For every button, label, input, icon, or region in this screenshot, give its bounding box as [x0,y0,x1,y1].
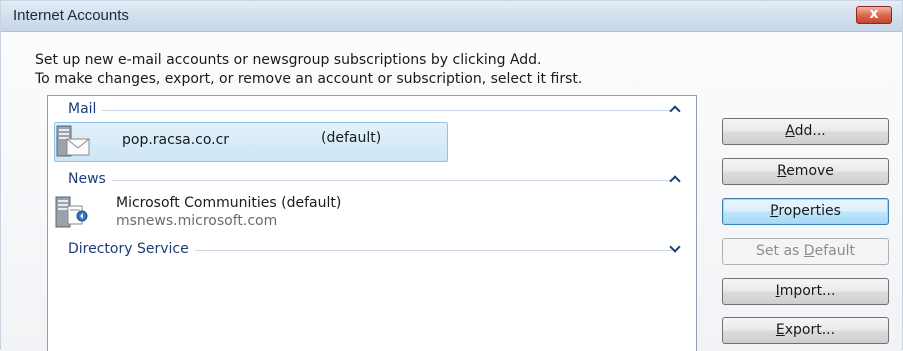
set-default-label-key: D [803,243,815,259]
export-label-post: xport... [784,322,836,338]
account-item-mail[interactable]: pop.racsa.co.cr (default) [54,122,448,162]
set-default-label-post: efault [814,243,855,259]
export-label-key: E [775,322,785,338]
instructions-line-2: To make changes, export, or remove an ac… [35,71,583,87]
properties-label-post: roperties [778,203,841,219]
group-label-mail: Mail [68,101,103,117]
properties-button[interactable]: Properties [722,198,889,225]
group-header-directory-service[interactable]: Directory Service [48,240,694,260]
news-server-icon [55,196,88,228]
group-label-directory-service: Directory Service [68,241,195,257]
chevron-up-icon[interactable] [668,100,682,118]
chevron-up-icon[interactable] [668,170,682,188]
group-label-news: News [68,171,112,187]
group-divider [68,180,672,181]
internet-accounts-window: Internet Accounts x Set up new e-mail ac… [0,0,903,351]
add-label-key: A [785,123,795,139]
account-name: pop.racsa.co.cr [122,132,230,148]
close-icon: x [869,6,879,22]
instructions-line-1: Set up new e-mail accounts or newsgroup … [35,52,542,68]
group-divider [68,110,672,111]
mail-server-icon [56,125,90,157]
account-item-news[interactable]: Microsoft Communities (default) msnews.m… [54,194,448,234]
remove-button[interactable]: Remove [722,158,889,185]
set-as-default-button[interactable]: Set as Default [722,238,889,265]
export-button[interactable]: Export... [722,317,889,344]
account-server: msnews.microsoft.com [116,213,278,229]
add-label-post: dd... [794,123,826,139]
account-name: Microsoft Communities (default) [116,195,342,211]
instructions-text: Set up new e-mail accounts or newsgroup … [35,51,582,89]
window-title: Internet Accounts [13,7,129,24]
group-header-news[interactable]: News [48,170,694,190]
accounts-list[interactable]: Mail pop.racsa.co.cr (default) News Micr… [47,95,697,351]
remove-label-post: emove [786,163,834,179]
add-button[interactable]: Add... [722,118,889,145]
close-button[interactable]: x [856,6,892,24]
import-label-post: mport... [779,283,836,299]
import-button[interactable]: Import... [722,278,889,305]
account-default-label: (default) [321,130,382,146]
chevron-down-icon[interactable] [668,240,682,258]
set-default-label-pre: Set as [756,243,804,259]
group-header-mail[interactable]: Mail [48,100,694,120]
title-bar[interactable]: Internet Accounts x [1,1,902,32]
remove-label-key: R [777,163,787,179]
